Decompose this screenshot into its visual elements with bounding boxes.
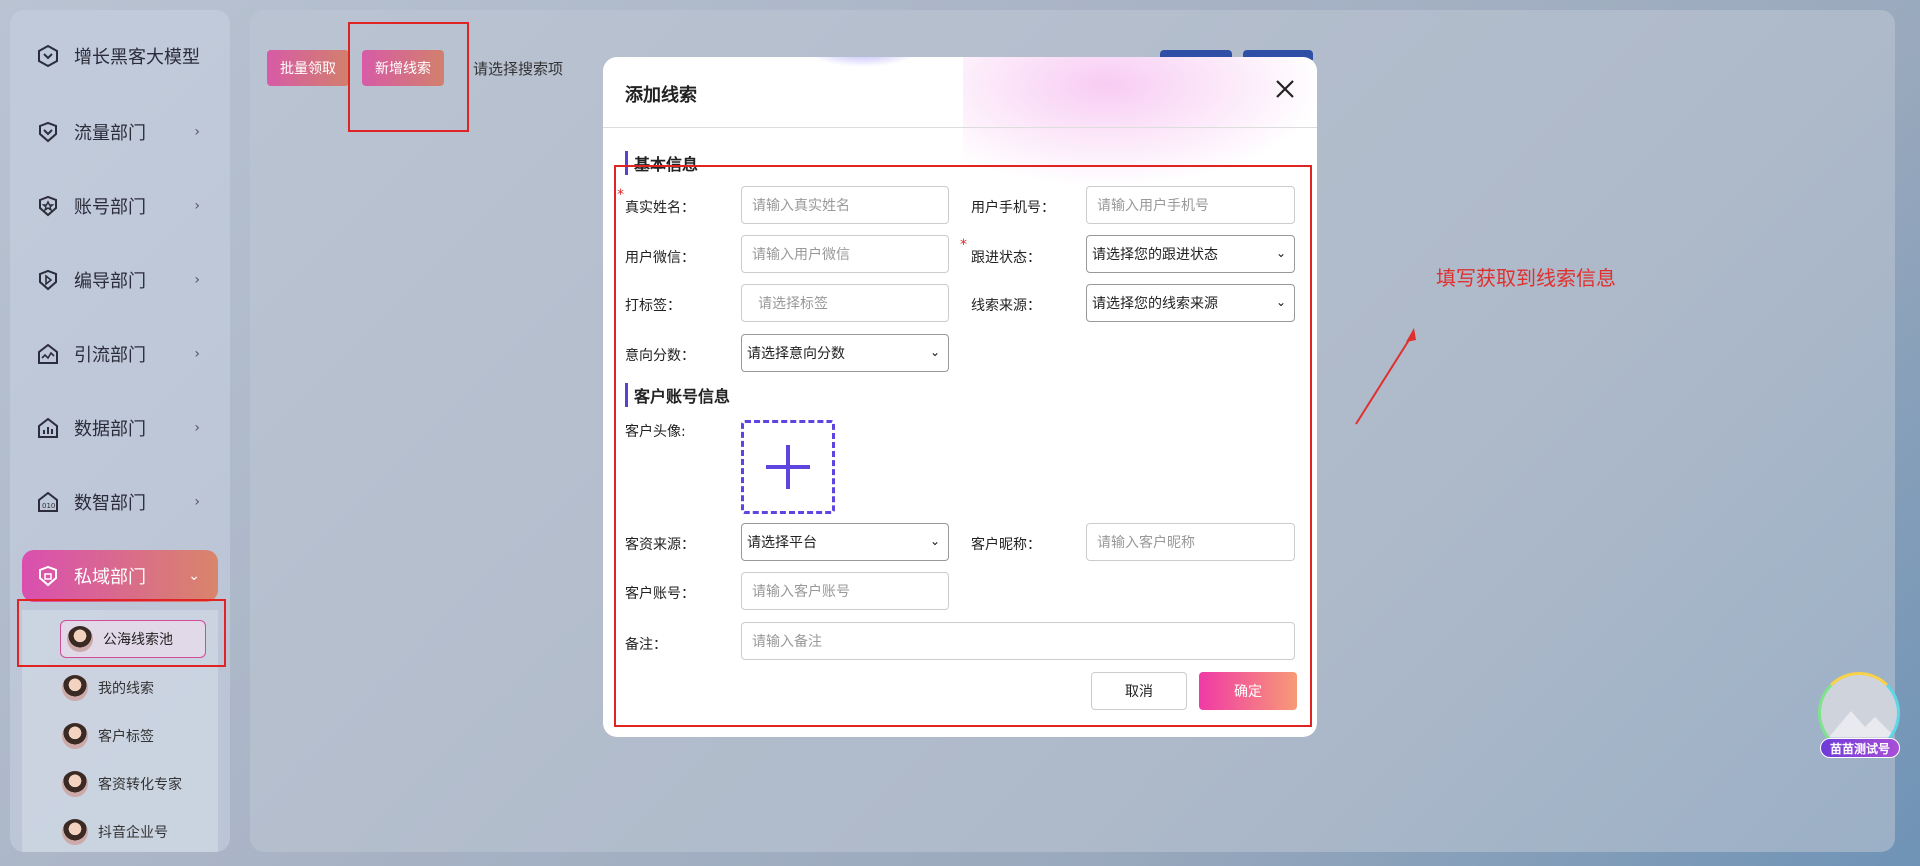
sidebar-item-private-domain[interactable]: 私域部门 ⌄ <box>22 550 218 602</box>
submenu-item-label: 抖音企业号 <box>98 825 168 841</box>
sidebar-item-label: 数据部门 <box>74 419 146 440</box>
avatar <box>62 723 88 749</box>
chevron-right-icon: › <box>194 494 200 510</box>
chevron-right-icon: › <box>194 124 200 140</box>
sidebar: 增长黑客大模型 流量部门 › 账号部门 › 编导部门 › 引流部门 › 数据部门 <box>10 10 230 852</box>
sidebar-item-director[interactable]: 编导部门 › <box>22 254 218 306</box>
avatar <box>62 675 88 701</box>
submenu-item-douyin-enterprise[interactable]: 抖音企业号 <box>62 812 168 852</box>
batch-claim-button[interactable]: 批量领取 <box>267 50 349 86</box>
sidebar-item-label: 账号部门 <box>74 197 146 218</box>
sidebar-item-label: 流量部门 <box>74 123 146 144</box>
shield-lock-icon <box>36 564 60 588</box>
brand-label: 增长黑客大模型 <box>74 47 200 68</box>
submenu-item-my-leads[interactable]: 我的线索 <box>62 668 154 708</box>
modal-divider <box>603 127 1317 128</box>
submenu-item-label: 我的线索 <box>98 681 154 697</box>
highlight-box-add-button <box>348 22 469 132</box>
sidebar-item-traffic[interactable]: 流量部门 › <box>22 106 218 158</box>
avatar <box>62 771 88 797</box>
submenu-item-conversion-expert[interactable]: 客资转化专家 <box>62 764 182 804</box>
sidebar-item-label: 引流部门 <box>74 345 146 366</box>
modal-title: 添加线索 <box>625 85 697 106</box>
highlight-box-submenu <box>17 599 226 667</box>
search-select-label[interactable]: 请选择搜索项 <box>473 58 563 79</box>
chart-house-icon <box>36 342 60 366</box>
sidebar-item-lead-gen[interactable]: 引流部门 › <box>22 328 218 380</box>
submenu-item-label: 客户标签 <box>98 729 154 745</box>
submenu-item-customer-tags[interactable]: 客户标签 <box>62 716 154 756</box>
annotation-arrow-icon <box>1355 328 1416 425</box>
sidebar-item-label: 编导部门 <box>74 271 146 292</box>
submenu-item-label: 客资转化专家 <box>98 777 182 793</box>
chevron-right-icon: › <box>194 346 200 362</box>
sidebar-item-account[interactable]: 账号部门 › <box>22 180 218 232</box>
svg-text:010: 010 <box>42 502 55 510</box>
chevron-right-icon: › <box>194 272 200 288</box>
close-icon[interactable] <box>1273 77 1297 101</box>
sidebar-item-smart-data[interactable]: 010 数智部门 › <box>22 476 218 528</box>
sidebar-item-label: 私域部门 <box>74 567 146 588</box>
chevron-right-icon: › <box>194 198 200 214</box>
play-icon <box>36 268 60 292</box>
star-shield-icon <box>36 194 60 218</box>
sidebar-item-label: 数智部门 <box>74 493 146 514</box>
funnel-icon <box>36 120 60 144</box>
modal-decoration <box>803 57 923 67</box>
floating-badge[interactable]: 苗苗测试号 <box>1820 738 1900 758</box>
logo-icon <box>36 44 60 68</box>
data-icon: 010 <box>36 490 60 514</box>
bar-chart-icon <box>36 416 60 440</box>
annotation-text: 填写获取到线索信息 <box>1436 266 1616 290</box>
chevron-right-icon: › <box>194 420 200 436</box>
chevron-down-icon: ⌄ <box>188 568 200 584</box>
highlight-box-form <box>614 165 1312 727</box>
sidebar-item-data[interactable]: 数据部门 › <box>22 402 218 454</box>
avatar <box>62 819 88 845</box>
sidebar-brand[interactable]: 增长黑客大模型 <box>22 30 218 82</box>
